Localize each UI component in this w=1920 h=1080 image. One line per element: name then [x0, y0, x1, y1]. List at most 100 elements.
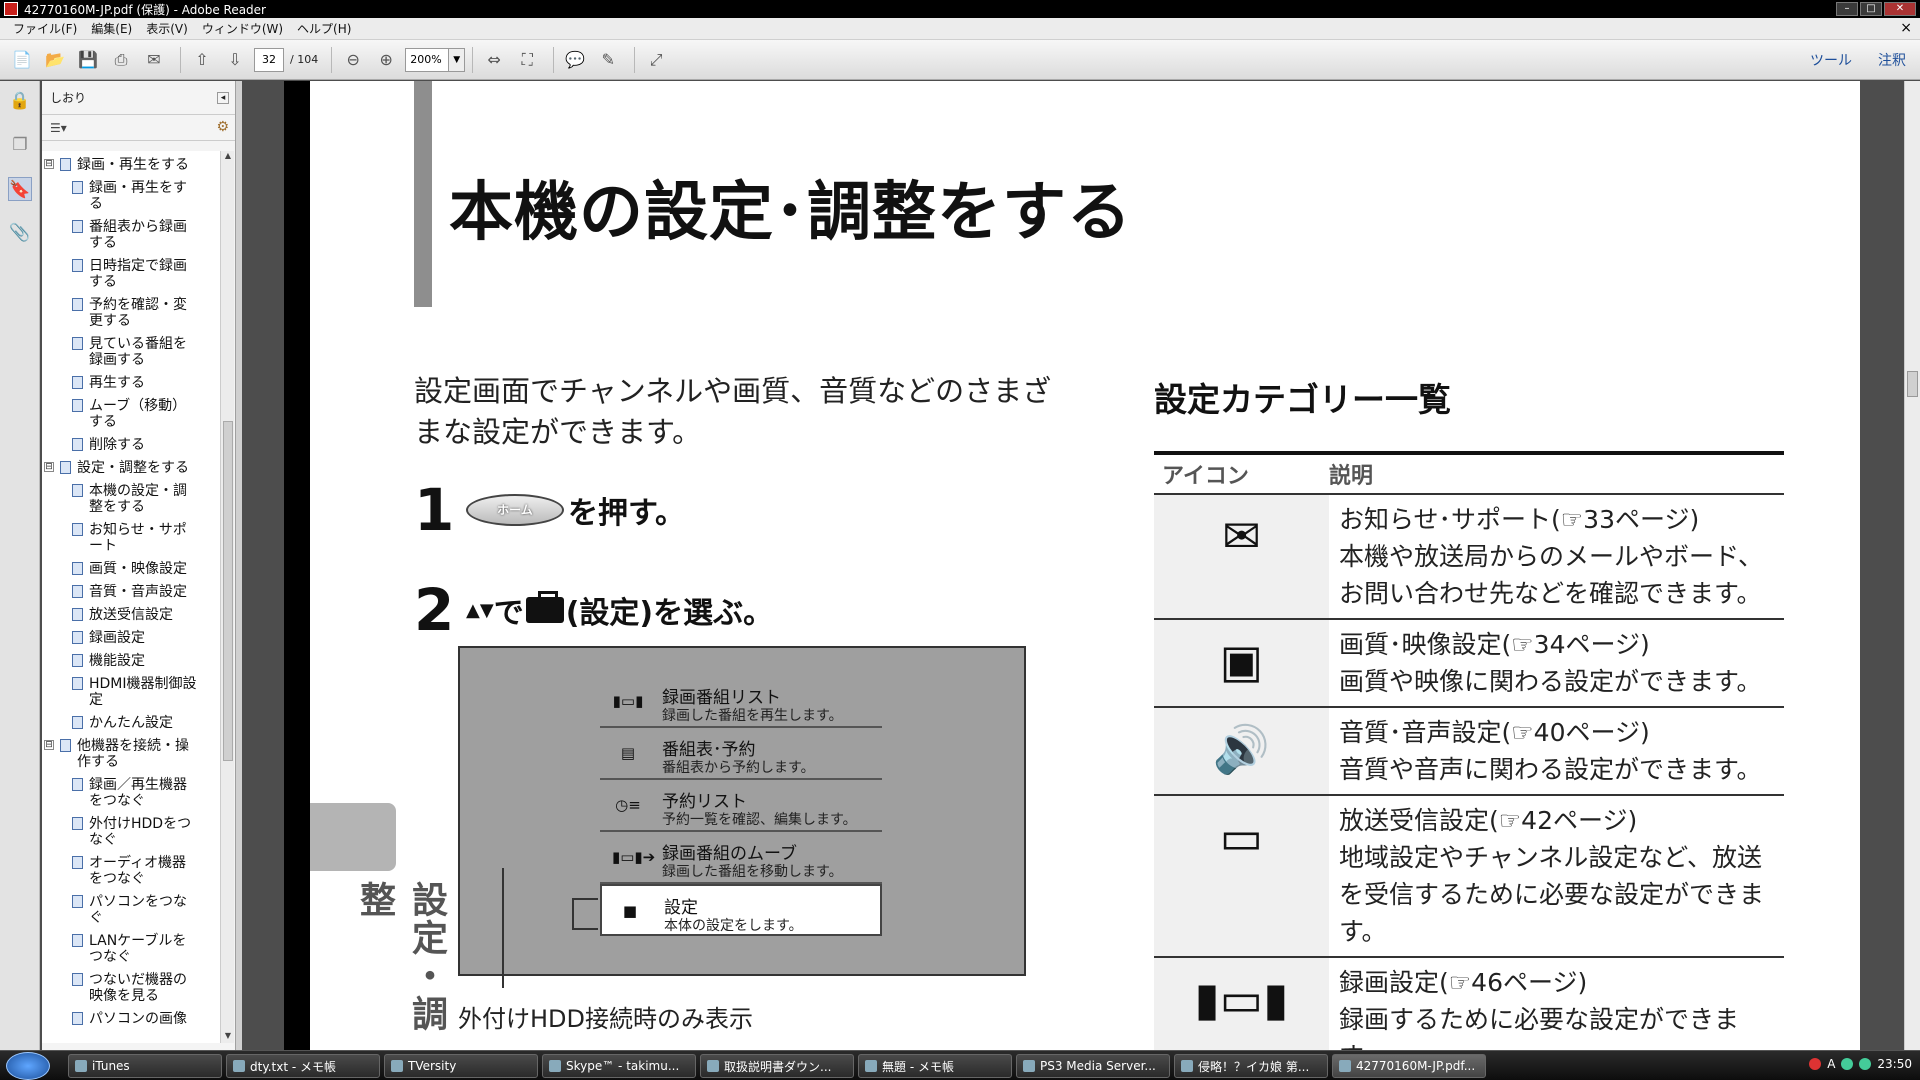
fit-width-icon[interactable]: ⇔	[480, 46, 508, 74]
bookmark-item[interactable]: お知らせ・サポート	[72, 522, 202, 554]
taskbar-button[interactable]: 取扱説明書ダウン...	[700, 1054, 854, 1078]
taskbar-button[interactable]: Skype™ - takimu...	[542, 1054, 696, 1078]
full-screen-icon[interactable]: ⤢	[642, 46, 670, 74]
document-viewport[interactable]: 本機の設定･調整をする 設定画面でチャンネルや画質、音質などのさまざまな設定がで…	[242, 81, 1904, 1050]
menu-file[interactable]: ファイル(F)	[6, 20, 84, 37]
taskbar-button[interactable]: iTunes	[68, 1054, 222, 1078]
bookmark-item[interactable]: 本機の設定・調整をする	[72, 483, 202, 515]
tray-alert-icon[interactable]	[1809, 1058, 1822, 1070]
bookmark-item[interactable]: HDMI機器制御設定	[72, 676, 202, 708]
page-thumbnails-icon[interactable]: ❐	[8, 133, 32, 157]
bookmark-item[interactable]: 放送受信設定	[72, 607, 202, 623]
scroll-up-icon[interactable]: ▲	[223, 151, 233, 163]
bookmark-item[interactable]: 見ている番組を録画する	[72, 336, 202, 368]
scroll-down-icon[interactable]: ▼	[223, 1031, 233, 1043]
taskbar-button[interactable]: dty.txt - メモ帳	[226, 1054, 380, 1078]
bookmark-item[interactable]: かんたん設定	[72, 715, 202, 731]
bookmark-label: 設定・調整をする	[77, 460, 189, 476]
taskbar-button[interactable]: TVersity	[384, 1054, 538, 1078]
zoom-in-icon[interactable]: ⊕	[372, 46, 400, 74]
taskbar-app-icon	[233, 1060, 245, 1072]
start-button[interactable]	[6, 1052, 50, 1080]
comment-pane-button[interactable]: 注釈	[1878, 50, 1906, 70]
bookmark-item[interactable]: 録画・再生をする	[72, 180, 202, 212]
taskbar-button[interactable]: PS3 Media Server...	[1016, 1054, 1170, 1078]
previous-page-icon[interactable]: ⇧	[188, 46, 216, 74]
tray-volume-icon[interactable]	[1859, 1058, 1872, 1070]
page-number-input[interactable]: 32	[254, 47, 284, 72]
bookmark-item[interactable]: LANケーブルをつなぐ	[72, 933, 202, 965]
taskbar-button[interactable]: 42770160M-JP.pdf...	[1332, 1054, 1486, 1078]
category-row-title: お知らせ･サポート(☞33ページ)	[1339, 505, 1700, 534]
tools-pane-button[interactable]: ツール	[1810, 50, 1852, 70]
bookmark-item[interactable]: つないだ機器の映像を見る	[72, 972, 202, 1004]
bookmarks-scrollbar[interactable]: ▲ ▼	[220, 151, 234, 1043]
comment-icon[interactable]: 💬	[561, 46, 589, 74]
bookmarks-icon[interactable]: 🔖	[8, 177, 32, 201]
bookmark-expand-icon[interactable]: ⊟	[44, 740, 54, 750]
email-icon[interactable]: ✉	[140, 46, 168, 74]
bookmark-item[interactable]: 音質・音声設定	[72, 584, 202, 600]
bookmark-item[interactable]: 機能設定	[72, 653, 202, 669]
bookmark-label: LANケーブルをつなぐ	[89, 933, 187, 965]
bookmark-label: 本機の設定・調整をする	[89, 483, 187, 515]
bookmark-item[interactable]: ⊟ 設定・調整をする	[44, 460, 202, 476]
create-pdf-icon[interactable]: 📄	[8, 46, 36, 74]
bookmark-item[interactable]: ⊟ 他機器を接続・操作する	[44, 738, 202, 770]
attachments-icon[interactable]: 📎	[8, 221, 32, 245]
document-scrollbar-thumb[interactable]	[1907, 371, 1918, 397]
document-scrollbar[interactable]	[1904, 81, 1920, 1050]
title-accent-bar	[414, 81, 432, 307]
save-icon[interactable]: 💾	[74, 46, 102, 74]
bookmark-expand-icon[interactable]: ⊟	[44, 159, 54, 169]
bookmark-item[interactable]: パソコンの画像	[72, 1011, 202, 1027]
callout-text: 外付けHDD接続時のみ表示	[458, 1005, 754, 1033]
category-icon: 🔊	[1154, 708, 1329, 794]
bookmark-item[interactable]: 予約を確認・変更する	[72, 297, 202, 329]
open-icon[interactable]: 📂	[41, 46, 69, 74]
taskbar-button[interactable]: 侵略！？イカ娘 第...	[1174, 1054, 1328, 1078]
bookmark-item[interactable]: 画質・映像設定	[72, 561, 202, 577]
bookmark-item[interactable]: 削除する	[72, 437, 202, 453]
highlight-icon[interactable]: ✎	[594, 46, 622, 74]
zoom-dropdown-icon[interactable]: ▼	[449, 47, 466, 72]
fit-page-icon[interactable]: ⛶	[513, 46, 541, 74]
collapse-panel-icon[interactable]: ◂	[217, 92, 229, 104]
bookmark-item[interactable]: 外付けHDDをつなぐ	[72, 816, 202, 848]
bookmark-item[interactable]: ムーブ（移動）する	[72, 398, 202, 430]
menu-help[interactable]: ヘルプ(H)	[290, 20, 358, 37]
bookmark-options-icon[interactable]: ☰▾	[50, 121, 67, 135]
expand-bookmark-icon[interactable]: ⚙	[216, 119, 229, 135]
menu-view[interactable]: 表示(V)	[139, 20, 195, 37]
bookmark-item[interactable]: ⊟ 録画・再生をする	[44, 157, 202, 173]
taskbar-button[interactable]: 無題 - メモ帳	[858, 1054, 1012, 1078]
document-close-icon[interactable]: ×	[1900, 20, 1912, 36]
tray-network-icon[interactable]	[1841, 1058, 1854, 1070]
print-icon[interactable]: ⎙	[107, 46, 135, 74]
home-menu-item-subtitle: 本体の設定をします。	[664, 918, 803, 934]
minimize-button[interactable]: –	[1836, 2, 1858, 16]
zoom-level-input[interactable]: 200%	[405, 47, 450, 72]
bookmark-item[interactable]: 日時指定で録画する	[72, 258, 202, 290]
menu-edit[interactable]: 編集(E)	[84, 20, 139, 37]
maximize-button[interactable]: □	[1860, 2, 1882, 16]
home-menu-item-subtitle: 録画した番組を移動します。	[662, 864, 843, 880]
scrollbar-thumb[interactable]	[223, 421, 233, 761]
bookmark-item[interactable]: オーディオ機器をつなぐ	[72, 855, 202, 887]
menu-window[interactable]: ウィンドウ(W)	[195, 20, 290, 37]
home-menu-item-subtitle: 予約一覧を確認、編集します。	[662, 812, 857, 828]
lock-icon[interactable]: 🔒	[8, 89, 32, 113]
bookmark-item[interactable]: 録画設定	[72, 630, 202, 646]
next-page-icon[interactable]: ⇩	[221, 46, 249, 74]
ime-indicator[interactable]: A	[1827, 1057, 1835, 1071]
bookmark-item[interactable]: 再生する	[72, 375, 202, 391]
close-button[interactable]: ✕	[1884, 2, 1916, 16]
zoom-out-icon[interactable]: ⊖	[339, 46, 367, 74]
bookmark-item[interactable]: パソコンをつなぐ	[72, 894, 202, 926]
bookmark-item[interactable]: 番組表から録画する	[72, 219, 202, 251]
home-menu-item: ■ 設定 本体の設定をします。	[600, 884, 882, 936]
step-1-text: を押す。	[568, 496, 685, 531]
toolbar-separator	[180, 46, 181, 73]
bookmark-expand-icon[interactable]: ⊟	[44, 462, 54, 472]
bookmark-item[interactable]: 録画／再生機器をつなぐ	[72, 777, 202, 809]
